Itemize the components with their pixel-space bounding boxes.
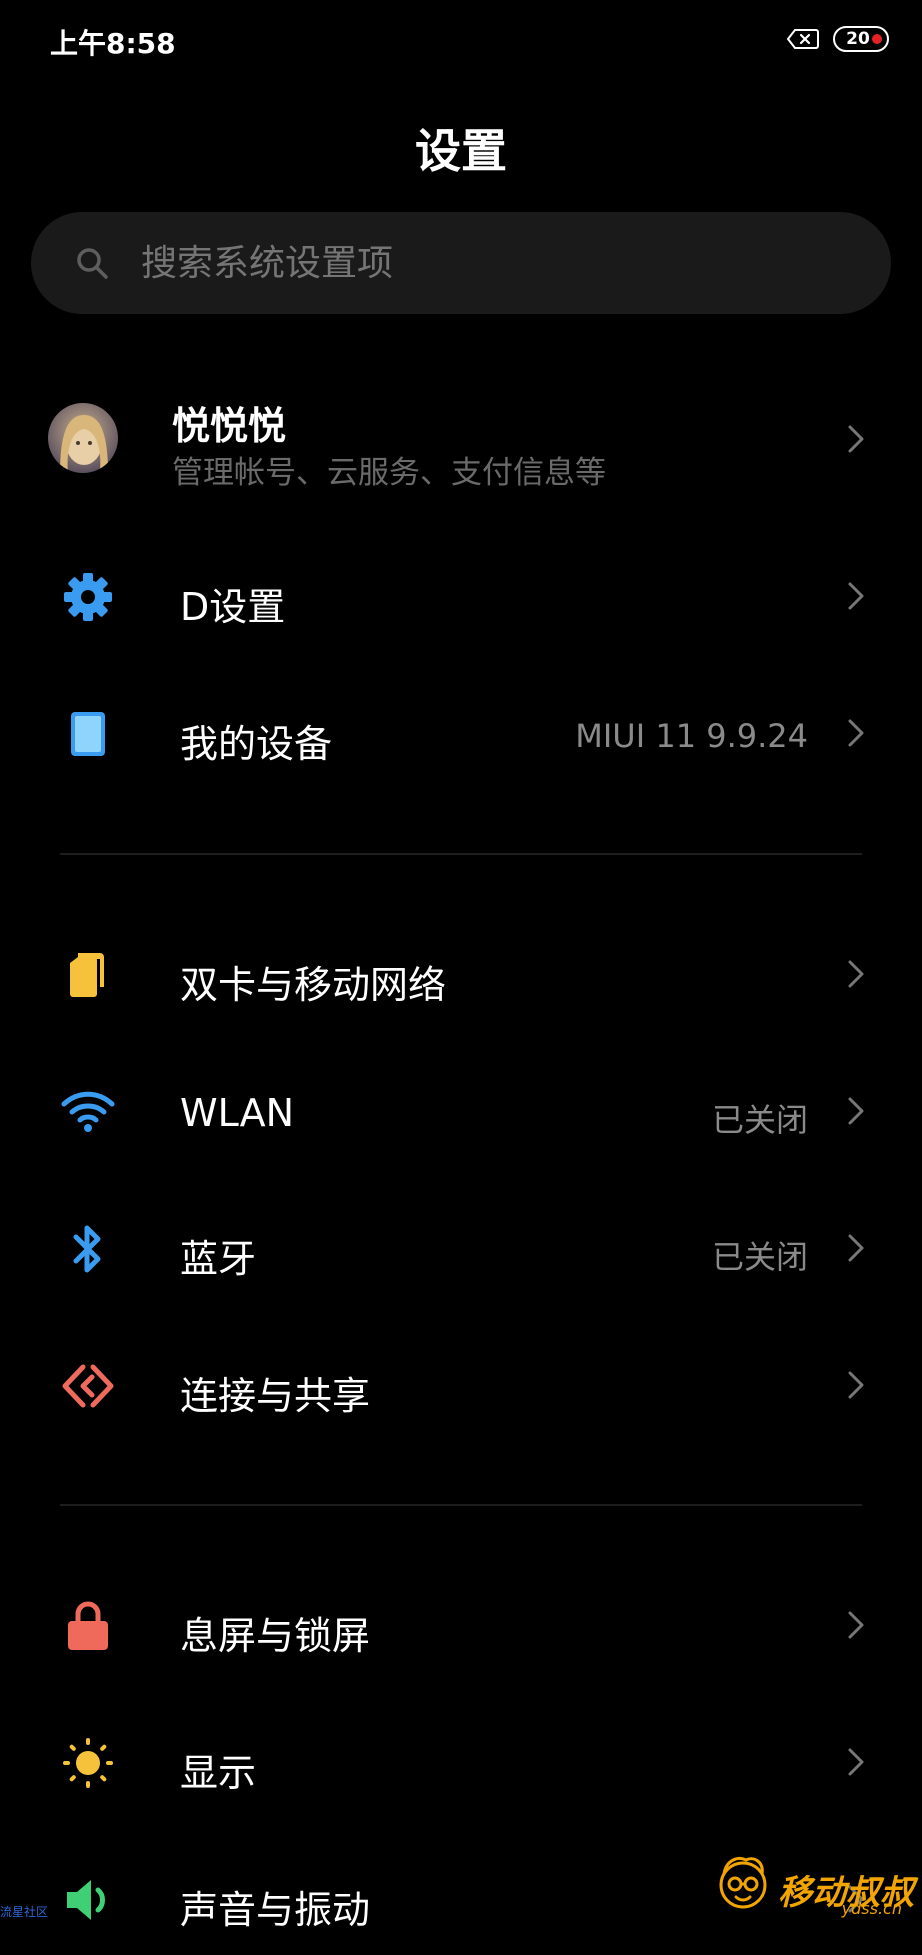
item-label: 我的设备: [180, 722, 333, 766]
lock-icon: [68, 1601, 108, 1650]
item-label: 蓝牙: [180, 1237, 257, 1281]
section-divider: [60, 853, 862, 855]
status-time: 上午8:58: [50, 27, 176, 60]
search-icon: [77, 248, 108, 279]
page-title: 设置: [415, 124, 507, 178]
connection-share-icon: [62, 1364, 114, 1408]
account-row[interactable]: 悦悦悦 管理帐号、云服务、支付信息等: [0, 385, 922, 495]
battery-indicator: 20: [833, 26, 889, 52]
item-value: 已关闭: [711, 1101, 808, 1139]
settings-item-connection-share[interactable]: 连接与共享: [0, 1331, 922, 1441]
sim-card-icon: [70, 953, 104, 997]
item-value: MIUI 11 9.9.24: [575, 717, 808, 755]
chevron-right-icon: [848, 1748, 864, 1776]
settings-item-display[interactable]: 显示: [0, 1708, 922, 1818]
bluetooth-icon: [73, 1225, 101, 1273]
status-icons: 20: [787, 26, 889, 52]
settings-item-bluetooth[interactable]: 蓝牙 已关闭: [0, 1194, 922, 1304]
mascot-logo-icon: [719, 1857, 767, 1909]
chevron-right-icon: [848, 425, 864, 453]
item-label: 息屏与锁屏: [180, 1614, 371, 1658]
chevron-right-icon: [848, 1097, 864, 1125]
status-bar: 上午8:58 20: [0, 0, 922, 80]
sun-icon: [63, 1738, 113, 1788]
speaker-icon: [67, 1880, 105, 1920]
settings-item-lock-screen[interactable]: 息屏与锁屏: [0, 1571, 922, 1681]
settings-item-sim-network[interactable]: 双卡与移动网络: [0, 920, 922, 1030]
chevron-right-icon: [848, 1611, 864, 1639]
item-label: 连接与共享: [180, 1374, 371, 1418]
wifi-icon: [61, 1091, 115, 1132]
chevron-right-icon: [848, 960, 864, 988]
chevron-right-icon: [848, 719, 864, 747]
battery-level: 20: [846, 29, 870, 49]
search-bar[interactable]: [31, 212, 891, 314]
item-label: D设置: [180, 585, 286, 629]
chevron-right-icon: [848, 1371, 864, 1399]
settings-item-wlan[interactable]: WLAN 已关闭: [0, 1057, 922, 1167]
item-label: WLAN: [180, 1091, 295, 1135]
section-divider: [60, 1504, 862, 1506]
account-subtitle: 管理帐号、云服务、支付信息等: [172, 455, 606, 491]
item-value: 已关闭: [711, 1238, 808, 1276]
item-label: 显示: [180, 1751, 257, 1795]
watermark-left: 流星社区: [0, 1905, 49, 1919]
account-name: 悦悦悦: [172, 404, 287, 448]
chevron-right-icon: [848, 582, 864, 610]
no-sim-icon: [787, 29, 819, 49]
gear-icon: [64, 573, 112, 621]
settings-item-my-device[interactable]: 我的设备 MIUI 11 9.9.24: [0, 679, 922, 789]
phone-device-icon: [71, 712, 105, 756]
chevron-right-icon: [848, 1234, 864, 1262]
search-input[interactable]: [139, 241, 591, 285]
item-label: 双卡与移动网络: [180, 963, 447, 1007]
avatar: [48, 403, 118, 473]
settings-item-d-settings[interactable]: D设置: [0, 542, 922, 652]
battery-low-dot: [872, 34, 882, 44]
watermark-right-url: ydss.cn: [841, 1899, 902, 1918]
item-label: 声音与振动: [180, 1888, 371, 1932]
